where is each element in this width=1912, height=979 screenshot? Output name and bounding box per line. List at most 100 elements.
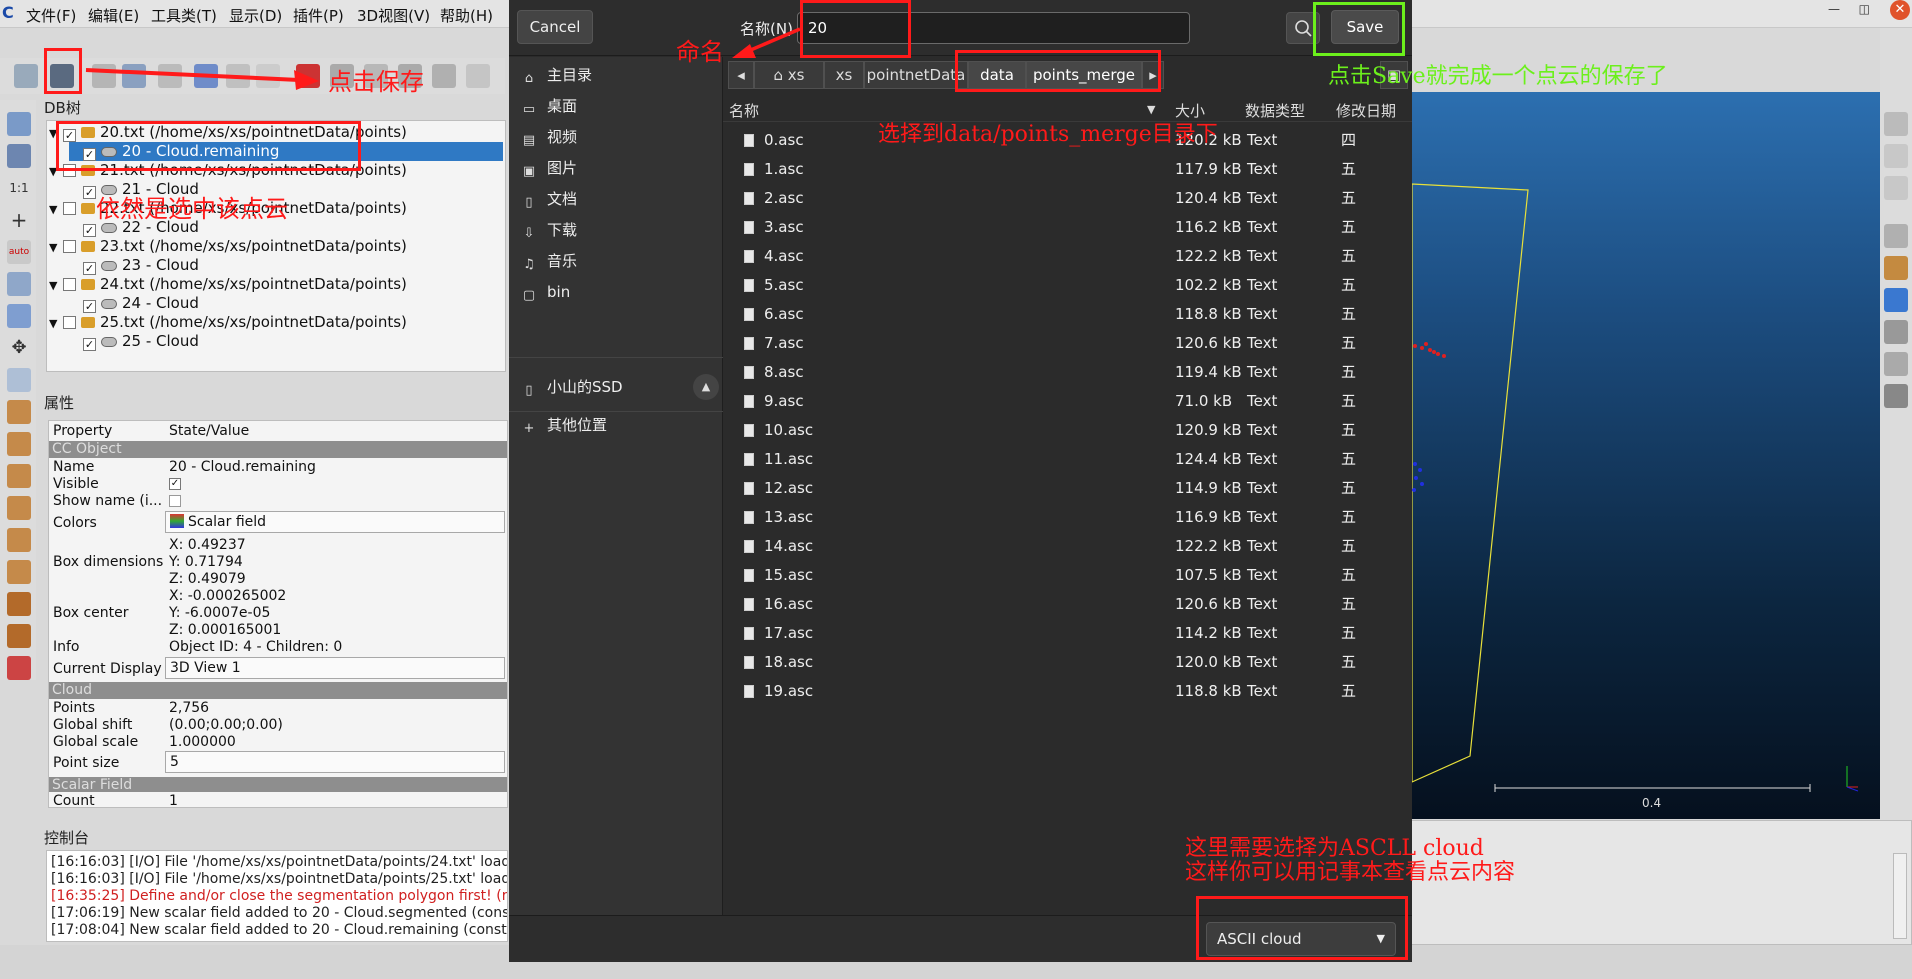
cancel-button[interactable]: Cancel	[517, 10, 593, 44]
visibility-checkbox[interactable]	[63, 202, 76, 215]
path-crumb-xs[interactable]: xs	[824, 61, 864, 89]
front-view-icon[interactable]	[7, 432, 31, 456]
sidebar-item-1[interactable]: ⌂ 主目录	[521, 63, 592, 87]
sidebar-item-6[interactable]: ⇩ 下载	[521, 218, 577, 242]
auto-pick-icon[interactable]: auto	[7, 240, 31, 264]
stereo-icon[interactable]	[7, 656, 31, 680]
menu-plugins[interactable]: 插件(P)	[293, 5, 344, 26]
sidebar-item-5[interactable]: ▯ 文档	[521, 187, 577, 211]
top-view-icon[interactable]	[7, 400, 31, 424]
plugin-9-icon[interactable]	[1884, 384, 1908, 408]
eject-icon[interactable]: ▲	[693, 374, 719, 400]
file-row[interactable]: 6.asc 118.8 kB Text 五	[723, 300, 1412, 329]
file-row[interactable]: 8.asc 119.4 kB Text 五	[723, 358, 1412, 387]
file-row[interactable]: 11.asc 124.4 kB Text 五	[723, 445, 1412, 474]
db-tree-file[interactable]: ▼ 23.txt (/home/xs/xs/pointnetData/points…	[49, 237, 503, 256]
visible-checkbox[interactable]: ✓	[169, 478, 181, 490]
path-crumb-home[interactable]: ⌂ xs	[754, 61, 824, 89]
sidebar-item-2[interactable]: ▭ 桌面	[521, 94, 577, 118]
expand-arrow-icon[interactable]: ▼	[49, 276, 63, 295]
plugin-6-icon[interactable]	[1884, 288, 1908, 312]
file-row[interactable]: 12.asc 114.9 kB Text 五	[723, 474, 1412, 503]
sidebar-item-other-locations[interactable]: + 其他位置	[521, 413, 607, 437]
file-row[interactable]: 5.asc 102.2 kB Text 五	[723, 271, 1412, 300]
expand-arrow-icon[interactable]: ▼	[49, 200, 63, 219]
screenshot-icon[interactable]	[7, 112, 31, 136]
showname-checkbox[interactable]	[169, 495, 181, 507]
align-icon[interactable]	[466, 64, 490, 88]
register-icon[interactable]	[432, 64, 456, 88]
file-row[interactable]: 10.asc 120.9 kB Text 五	[723, 416, 1412, 445]
plus-icon[interactable]: +	[7, 208, 31, 232]
sidebar-item-ssd[interactable]: ▯ 小山的SSD ▲	[521, 374, 721, 400]
point-size-spinner[interactable]: 5	[165, 751, 505, 773]
path-crumb-pointnetdata[interactable]: pointnetData	[864, 61, 968, 89]
close-icon[interactable]: ✕	[1890, 0, 1910, 20]
file-row[interactable]: 13.asc 116.9 kB Text 五	[723, 503, 1412, 532]
sidebar-item-7[interactable]: ♫ 音乐	[521, 249, 577, 273]
file-row[interactable]: 2.asc 120.4 kB Text 五	[723, 184, 1412, 213]
menu-tools[interactable]: 工具类(T)	[151, 5, 217, 26]
sidebar-item-3[interactable]: ▤ 视频	[521, 125, 577, 149]
plugin-7-icon[interactable]	[1884, 320, 1908, 344]
colors-select[interactable]: Scalar field	[165, 511, 505, 533]
visibility-checkbox[interactable]: ✓	[83, 186, 96, 199]
file-row[interactable]: 16.asc 120.6 kB Text 五	[723, 590, 1412, 619]
file-row[interactable]: 1.asc 117.9 kB Text 五	[723, 155, 1412, 184]
column-type[interactable]: 数据类型	[1245, 100, 1305, 121]
plugin-8-icon[interactable]	[1884, 352, 1908, 376]
plugin-2-icon[interactable]	[1884, 144, 1908, 168]
sidebar-item-8[interactable]: ▢ bin	[521, 280, 570, 304]
plugin-4-icon[interactable]	[1884, 224, 1908, 248]
visibility-checkbox[interactable]: ✓	[83, 262, 96, 275]
visibility-checkbox[interactable]	[63, 240, 76, 253]
cube-view-icon[interactable]	[7, 304, 31, 328]
plugin-1-icon[interactable]	[1884, 112, 1908, 136]
move-icon[interactable]: ✥	[7, 336, 31, 360]
minimize-icon[interactable]: —	[1828, 2, 1840, 16]
expand-arrow-icon[interactable]: ▼	[49, 314, 63, 333]
file-row[interactable]: 4.asc 122.2 kB Text 五	[723, 242, 1412, 271]
visibility-checkbox[interactable]	[63, 278, 76, 291]
zoom-1to1-icon[interactable]: 1:1	[7, 176, 31, 200]
file-row[interactable]: 19.asc 118.8 kB Text 五	[723, 677, 1412, 706]
file-row[interactable]: 7.asc 120.6 kB Text 五	[723, 329, 1412, 358]
db-tree-file[interactable]: ▼ 25.txt (/home/xs/xs/pointnetData/points…	[49, 313, 503, 332]
plugin-3-icon[interactable]	[1884, 176, 1908, 200]
zoom-icon[interactable]	[7, 368, 31, 392]
display-select[interactable]: 3D View 1	[165, 657, 505, 679]
maximize-icon[interactable]: ◫	[1859, 2, 1870, 16]
file-row[interactable]: 14.asc 122.2 kB Text 五	[723, 532, 1412, 561]
menu-edit[interactable]: 编辑(E)	[88, 5, 139, 26]
file-row[interactable]: 9.asc 71.0 kB Text 五	[723, 387, 1412, 416]
visibility-checkbox[interactable]	[63, 316, 76, 329]
visibility-checkbox[interactable]: ✓	[83, 300, 96, 313]
db-tree-cloud[interactable]: ✓ 25 - Cloud	[69, 332, 503, 351]
file-row[interactable]: 3.asc 116.2 kB Text 五	[723, 213, 1412, 242]
rotate-icon[interactable]	[7, 272, 31, 296]
front-iso-icon[interactable]	[7, 592, 31, 616]
plugin-5-icon[interactable]	[1884, 256, 1908, 280]
menu-3dview[interactable]: 3D视图(V)	[357, 5, 430, 26]
back-iso-icon[interactable]	[7, 624, 31, 648]
camera-icon[interactable]	[7, 144, 31, 168]
column-size[interactable]: 大小	[1175, 100, 1205, 121]
column-name[interactable]: 名称	[729, 100, 759, 121]
db-tree-cloud[interactable]: ✓ 23 - Cloud	[69, 256, 503, 275]
console-scrollbar[interactable]	[1893, 853, 1907, 939]
3d-viewport[interactable]: 0.4	[1410, 92, 1882, 819]
right-view-icon[interactable]	[7, 528, 31, 552]
visibility-checkbox[interactable]: ✓	[83, 224, 96, 237]
left-view-icon[interactable]	[7, 464, 31, 488]
bottom-view-icon[interactable]	[7, 560, 31, 584]
menu-file[interactable]: 文件(F)	[26, 5, 76, 26]
prop-name-value[interactable]: 20 - Cloud.remaining	[169, 459, 316, 475]
db-tree-cloud[interactable]: ✓ 24 - Cloud	[69, 294, 503, 313]
file-row[interactable]: 18.asc 120.0 kB Text 五	[723, 648, 1412, 677]
path-back-button[interactable]: ◂	[728, 61, 754, 89]
file-row[interactable]: 15.asc 107.5 kB Text 五	[723, 561, 1412, 590]
file-row[interactable]: 17.asc 114.2 kB Text 五	[723, 619, 1412, 648]
open-icon[interactable]	[14, 64, 38, 88]
menu-help[interactable]: 帮助(H)	[440, 5, 493, 26]
column-modified[interactable]: 修改日期	[1336, 100, 1396, 121]
